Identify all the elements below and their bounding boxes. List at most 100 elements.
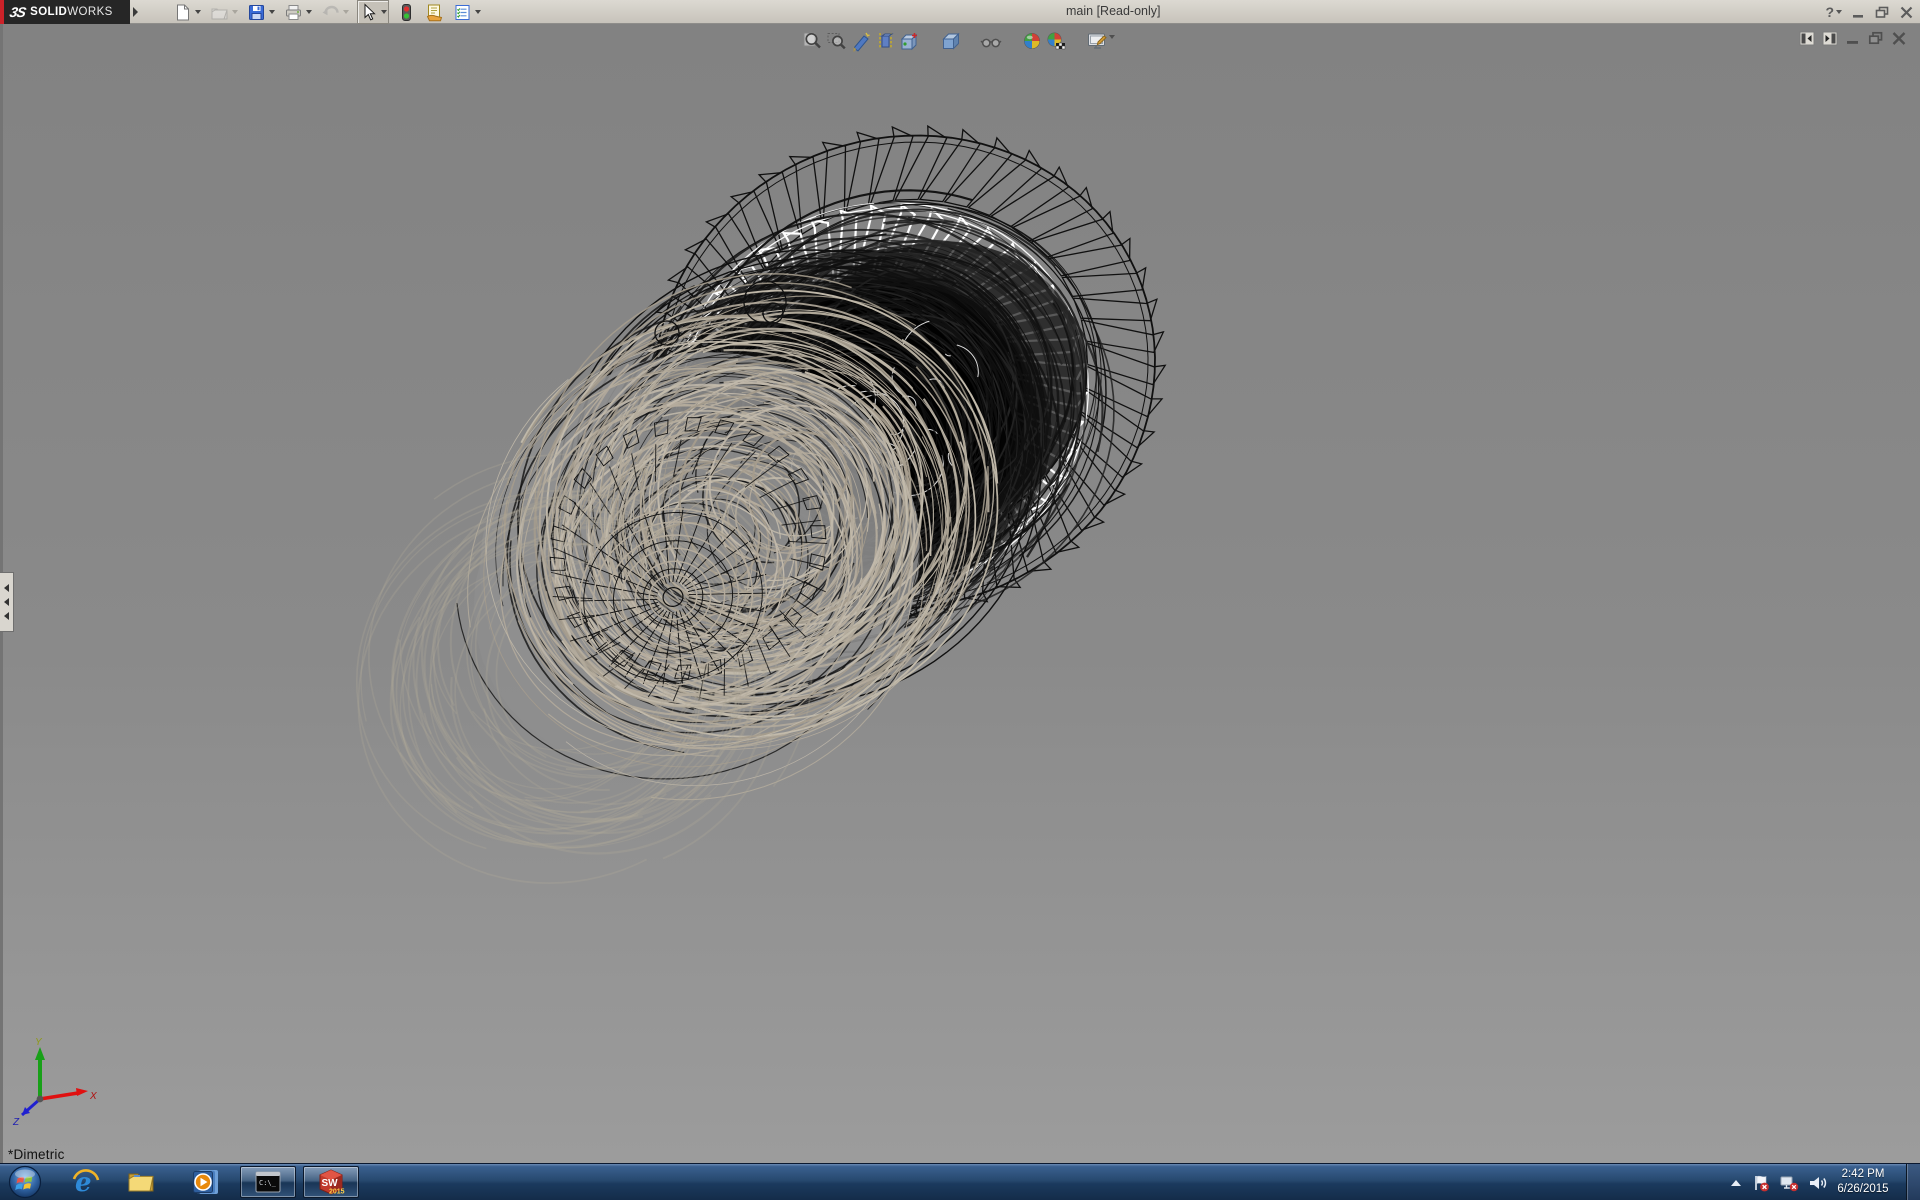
restore-icon xyxy=(1875,6,1890,19)
triad-x-axis: X xyxy=(40,1088,97,1102)
view-settings-monitor-icon xyxy=(1086,30,1108,52)
hidden-icons-arrow-icon xyxy=(1729,1178,1743,1188)
checkered-flag-icon xyxy=(1056,43,1065,49)
logo-red-stripe xyxy=(0,0,4,24)
svg-text:X: X xyxy=(89,1091,97,1102)
save-button[interactable] xyxy=(246,1,276,23)
close-button[interactable] xyxy=(1899,6,1914,19)
print-dropdown-icon[interactable] xyxy=(306,10,312,14)
close-document-icon xyxy=(1891,31,1907,46)
taskbar-command-prompt[interactable]: C:\_ xyxy=(240,1166,296,1198)
triad-y-axis: Y xyxy=(35,1037,45,1099)
internet-explorer-icon: e xyxy=(71,1167,101,1197)
help-button[interactable]: ? xyxy=(1825,5,1842,19)
print-button[interactable] xyxy=(283,1,313,23)
expand-pane-arrow-icon xyxy=(4,598,9,606)
taskbar-internet-explorer[interactable]: e xyxy=(64,1166,108,1198)
section-view-icon xyxy=(874,30,896,52)
collapse-left-pane-icon xyxy=(1799,31,1815,46)
print-icon xyxy=(284,3,303,22)
solidworks-logo: 3S SOLIDWORKS xyxy=(0,0,130,24)
media-player-icon xyxy=(191,1167,221,1197)
mass-properties-button[interactable] xyxy=(898,30,920,52)
solidworks-logo-mark: 3S xyxy=(8,4,27,20)
taskbar-clock[interactable]: 2:42 PM 6/26/2015 xyxy=(1830,1167,1896,1197)
windows-taskbar: e C:\_ xyxy=(0,1163,1920,1200)
view-orientation-cube-icon xyxy=(939,30,961,52)
volume-button[interactable] xyxy=(1808,1174,1828,1192)
start-button[interactable] xyxy=(8,1165,42,1199)
taskbar-solidworks-2015[interactable]: SW 2015 xyxy=(303,1166,359,1198)
select-button[interactable] xyxy=(357,0,389,24)
svg-text:Y: Y xyxy=(35,1037,43,1048)
help-dropdown-icon[interactable] xyxy=(1836,10,1842,14)
action-center-button[interactable] xyxy=(1752,1174,1770,1192)
document-window-controls xyxy=(1799,31,1907,46)
close-icon xyxy=(1899,6,1914,19)
open-folder-icon xyxy=(210,3,229,22)
edit-appearance-button[interactable] xyxy=(1021,30,1043,52)
show-desktop-button[interactable] xyxy=(1906,1164,1920,1200)
undo-dropdown-icon[interactable] xyxy=(343,10,349,14)
document-title: main [Read-only] xyxy=(1066,4,1161,18)
folder-icon xyxy=(126,1167,156,1197)
apply-scene-button[interactable] xyxy=(1045,30,1067,52)
zoom-to-fit-icon xyxy=(802,30,824,52)
mass-properties-icon xyxy=(898,30,920,52)
menu-flyout-arrow-icon[interactable] xyxy=(133,7,138,17)
network-icon xyxy=(1779,1174,1799,1192)
view-settings-button[interactable] xyxy=(1086,30,1108,52)
section-view-button[interactable] xyxy=(874,30,896,52)
triad-origin xyxy=(37,1096,44,1103)
view-settings-dropdown-icon[interactable] xyxy=(1109,35,1115,56)
network-status-button[interactable] xyxy=(1779,1174,1799,1192)
measure-button[interactable] xyxy=(850,30,872,52)
action-center-flag-icon xyxy=(1752,1174,1770,1192)
edit-appearance-ball-icon xyxy=(1021,30,1043,52)
engine-wireframe-model[interactable] xyxy=(0,24,1920,1163)
open-button[interactable] xyxy=(209,1,239,23)
orientation-triad: Z Y X xyxy=(8,1035,100,1127)
display-style-button[interactable] xyxy=(980,30,1002,52)
minimize-button[interactable] xyxy=(1851,6,1866,19)
svg-text:Z: Z xyxy=(12,1117,20,1127)
minimize-document-button[interactable] xyxy=(1845,31,1861,46)
windows-start-orb-icon xyxy=(8,1165,42,1199)
options-button[interactable] xyxy=(452,1,482,23)
options-dropdown-icon[interactable] xyxy=(475,10,481,14)
command-prompt-icon: C:\_ xyxy=(255,1171,281,1193)
system-tray xyxy=(1729,1164,1828,1200)
apply-scene-icon xyxy=(1045,30,1067,52)
zoom-to-area-button[interactable] xyxy=(826,30,848,52)
file-properties-button[interactable] xyxy=(424,1,445,23)
open-dropdown-icon[interactable] xyxy=(232,10,238,14)
collapse-left-pane-button[interactable] xyxy=(1799,31,1815,46)
expand-pane-arrow-icon xyxy=(4,612,9,620)
solidworks-window: 3S SOLIDWORKS xyxy=(0,0,1920,1200)
hidden-icons-button[interactable] xyxy=(1729,1178,1743,1188)
undo-button[interactable] xyxy=(320,1,350,23)
expand-right-pane-button[interactable] xyxy=(1822,31,1838,46)
close-document-button[interactable] xyxy=(1891,31,1907,46)
svg-text:SW: SW xyxy=(322,1178,339,1189)
window-controls: ? xyxy=(1825,0,1914,24)
new-dropdown-icon[interactable] xyxy=(195,10,201,14)
restore-document-button[interactable] xyxy=(1868,31,1884,46)
view-orientation-button[interactable] xyxy=(939,30,961,52)
select-dropdown-icon[interactable] xyxy=(381,10,387,14)
zoom-to-fit-button[interactable] xyxy=(802,30,824,52)
graphics-area[interactable]: Z Y X *Dimetric xyxy=(0,24,1920,1163)
speaker-icon xyxy=(1808,1174,1828,1192)
restore-button[interactable] xyxy=(1875,6,1890,19)
rebuild-button[interactable] xyxy=(396,1,417,23)
save-floppy-icon xyxy=(247,3,266,22)
taskbar-media-player[interactable] xyxy=(184,1166,228,1198)
help-icon: ? xyxy=(1825,5,1834,19)
expand-right-pane-icon xyxy=(1822,31,1838,46)
clock-time: 2:42 PM xyxy=(1830,1167,1896,1182)
new-button[interactable] xyxy=(172,1,202,23)
save-dropdown-icon[interactable] xyxy=(269,10,275,14)
svg-text:C:\_: C:\_ xyxy=(259,1179,277,1187)
featuremanager-collapsed-tab[interactable] xyxy=(0,572,14,632)
taskbar-windows-explorer[interactable] xyxy=(119,1166,163,1198)
